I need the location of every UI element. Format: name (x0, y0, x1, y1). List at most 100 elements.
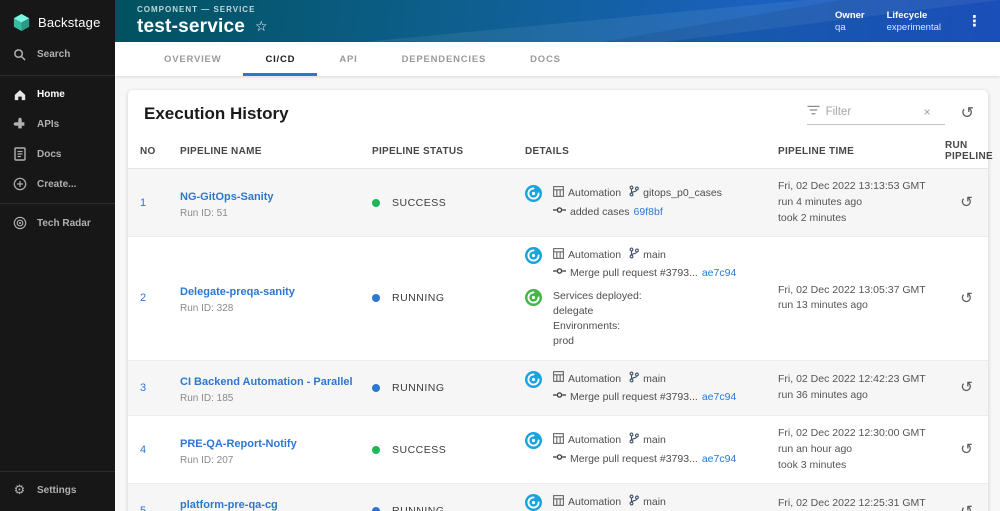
detail-line: Merge pull request #3793... ae7c94 (553, 452, 736, 467)
status-dot (372, 294, 380, 303)
commit-hash-link[interactable]: ae7c94 (702, 390, 736, 405)
sidebar-item-label: Settings (37, 485, 77, 496)
entity-meta-lifecycle: Lifecycle experimental (887, 10, 941, 33)
pipeline-name-cell: platform-pre-qa-cgRun ID: 231 (180, 495, 372, 511)
pipeline-name-link[interactable]: Delegate-preqa-sanity (180, 286, 295, 298)
column-header: PIPELINE TIME (778, 145, 855, 157)
sidebar-item-settings[interactable]: ⚙ Settings (0, 476, 115, 505)
pipeline-name-link[interactable]: CI Backend Automation - Parallel (180, 376, 353, 388)
detail-entry: AutomationmainMerge pull request #3793..… (525, 494, 768, 511)
entity-header-right: Owner qa Lifecycle experimental ⋮ (835, 10, 986, 33)
tab-api[interactable]: API (317, 42, 379, 76)
ci-pipeline-icon (525, 185, 542, 219)
cd-detail-line: Services deployed: (553, 289, 642, 302)
replay-pipeline-button[interactable]: ↺ (960, 291, 973, 306)
pipeline-time-cell: Fri, 02 Dec 2022 13:05:37 GMT run 13 minu… (778, 283, 945, 315)
sidebar-divider (0, 471, 115, 472)
content-column: COMPONENT — SERVICE test-service ☆ Owner… (115, 0, 1000, 511)
tab-overview[interactable]: OVERVIEW (142, 42, 243, 76)
detail-line: Automation gitops_p0_cases (553, 185, 722, 202)
status-label: RUNNING (392, 292, 445, 305)
pipeline-name-cell: Delegate-preqa-sanity Run ID: 328 (180, 282, 372, 314)
meta-label: Lifecycle (886, 9, 928, 21)
meta-label: Owner (835, 9, 865, 21)
row-number: 4 (140, 443, 147, 456)
sidebar-item-label: Search (37, 49, 71, 60)
git-branch-icon (629, 432, 640, 449)
sidebar-item-create[interactable]: Create... (0, 169, 115, 199)
tab-ci-cd[interactable]: CI/CD (243, 42, 318, 76)
favorite-star-icon[interactable]: ☆ (255, 18, 268, 35)
filter-clear-icon[interactable]: × (924, 105, 931, 119)
pipeline-name-link[interactable]: PRE-QA-Report-Notify (180, 438, 297, 450)
pipeline-status-cell: SUCCESS (372, 444, 525, 456)
table-row: 5platform-pre-qa-cgRun ID: 231 RUNNING Aut… (128, 484, 988, 511)
detail-entry: Automation main Merge pull request #3793..… (525, 432, 768, 466)
column-header: DETAILS (525, 145, 570, 157)
detail-line: added cases 69f8bf (553, 205, 722, 220)
app-grid-icon (553, 433, 564, 449)
table-row: 1 NG-GitOps-Sanity Run ID: 51 SUCCESS Automa… (128, 169, 988, 238)
sidebar-item-apis[interactable]: APIs (0, 109, 115, 139)
docs-icon (12, 147, 27, 161)
backstage-logo[interactable]: Backstage (0, 0, 115, 42)
commit-message: added cases (570, 205, 630, 218)
column-header: PIPELINE STATUS (372, 145, 464, 157)
commit-hash-link[interactable]: ae7c94 (702, 266, 736, 281)
entity-breadcrumb: COMPONENT — SERVICE (137, 4, 256, 14)
pipeline-name-link[interactable]: platform-pre-qa-cg (180, 499, 278, 511)
commit-icon (553, 390, 566, 405)
tab-dependencies[interactable]: DEPENDENCIES (380, 42, 509, 76)
sidebar-item-docs[interactable]: Docs (0, 139, 115, 169)
run-pipeline-cell: ↺ (945, 195, 988, 210)
search-icon (12, 48, 27, 61)
filter-funnel-icon (806, 103, 820, 121)
detail-line: Merge pull request #3793... ae7c94 (553, 266, 736, 281)
detail-line: Automation main (553, 432, 736, 449)
pipeline-name-link[interactable]: NG-GitOps-Sanity (180, 191, 274, 203)
pipeline-time-cell: Fri, 02 Dec 2022 12:42:23 GMT run 36 minu… (778, 372, 945, 404)
pipeline-status-cell: RUNNING (372, 505, 525, 511)
time-line: took 3 minutes (778, 458, 847, 471)
commit-hash-link[interactable]: ae7c94 (702, 452, 736, 467)
cd-detail-line: prod (553, 335, 575, 348)
status-dot (372, 198, 380, 207)
git-branch-icon (629, 247, 640, 264)
status-dot (372, 507, 380, 511)
kebab-menu-icon[interactable]: ⋮ (963, 12, 986, 30)
time-line: Fri, 02 Dec 2022 12:25:31 GMT (778, 496, 926, 509)
entity-meta: Owner qa Lifecycle experimental (835, 10, 941, 33)
app-name: Automation (568, 434, 622, 447)
create-icon (12, 177, 27, 191)
ci-pipeline-icon (525, 370, 542, 405)
branch-name: main (643, 434, 666, 447)
ci-pipeline-icon (525, 247, 542, 281)
replay-pipeline-button[interactable]: ↺ (960, 380, 973, 395)
detail-line: Merge pull request #3793... ae7c94 (553, 390, 736, 405)
execution-history-card: Execution History × ↺ NO PIPELINE NAME PIP… (128, 90, 993, 511)
sidebar-item-search[interactable]: Search (0, 42, 115, 71)
cd-detail-line: delegate (553, 304, 594, 317)
replay-pipeline-button[interactable]: ↺ (960, 442, 973, 457)
pipeline-name-cell: CI Backend Automation - Parallel Run ID: … (180, 372, 372, 404)
pipeline-name-cell: PRE-QA-Report-Notify Run ID: 207 (180, 434, 372, 466)
entity-tabs: OVERVIEW CI/CD API DEPENDENCIES DOCS (115, 42, 1000, 76)
time-line: run an hour ago (778, 442, 853, 455)
sidebar: Backstage Search Home APIs Docs Create... Te… (0, 0, 115, 511)
commit-hash-link[interactable]: 69f8bf (634, 205, 663, 220)
time-line: Fri, 02 Dec 2022 13:13:53 GMT (778, 180, 926, 192)
replay-pipeline-button[interactable]: ↺ (960, 195, 973, 210)
detail-entry: Services deployed: delegate Environments: p… (525, 288, 768, 350)
app-name: Automation (568, 372, 622, 385)
time-line: run 36 minutes ago (778, 388, 868, 401)
meta-value: qa (835, 21, 846, 33)
sidebar-item-tech-radar[interactable]: Tech Radar (0, 208, 115, 238)
refresh-button[interactable]: ↺ (961, 106, 974, 122)
status-label: RUNNING (392, 505, 445, 511)
replay-pipeline-button[interactable]: ↺ (960, 504, 973, 511)
app-root: Backstage Search Home APIs Docs Create... Te… (0, 0, 1000, 511)
sidebar-item-home[interactable]: Home (0, 80, 115, 109)
tab-docs[interactable]: DOCS (508, 42, 583, 76)
filter-input[interactable] (825, 106, 918, 118)
